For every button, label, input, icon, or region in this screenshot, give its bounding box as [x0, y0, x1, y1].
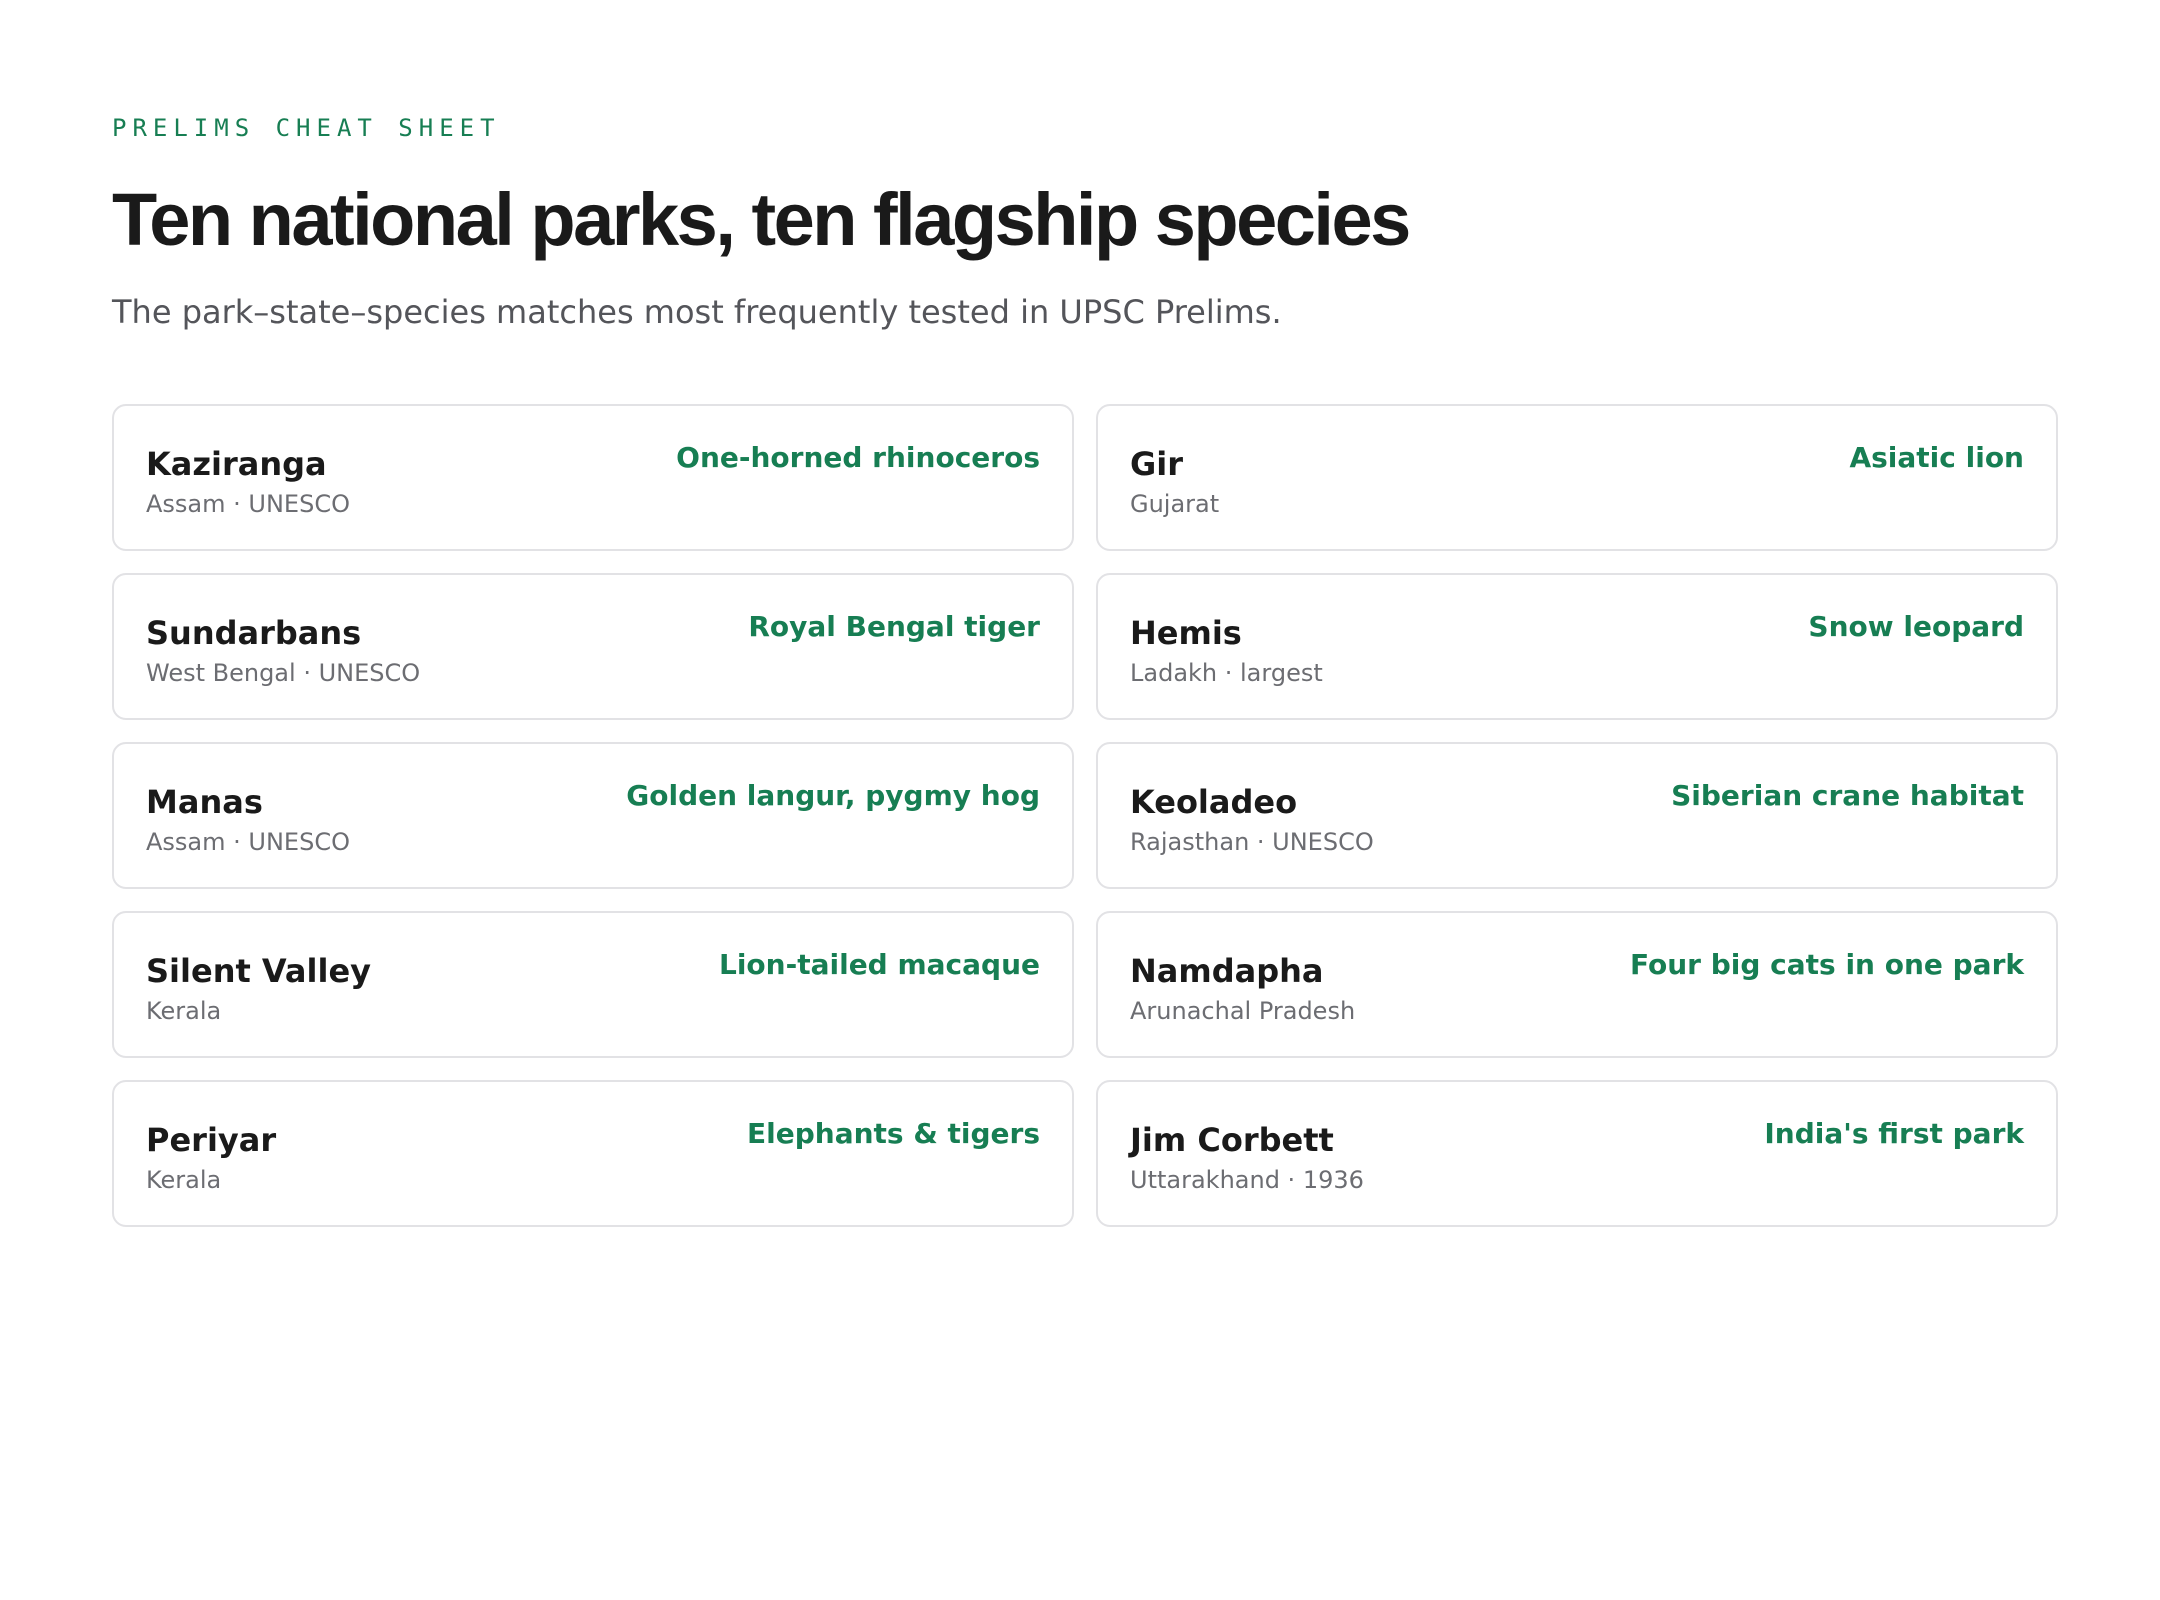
flagship-species: Lion-tailed macaque — [718, 948, 1040, 981]
flagship-species: India's first park — [1764, 1117, 2024, 1150]
park-state-meta: Assam · UNESCO — [146, 490, 350, 518]
park-card: Hemis Ladakh · largest Snow leopard — [1096, 573, 2058, 720]
eyebrow-label: PRELIMS CHEAT SHEET — [112, 114, 501, 142]
park-card-grid: Kaziranga Assam · UNESCO One-horned rhin… — [112, 404, 2058, 1227]
park-state-meta: Kerala — [146, 997, 222, 1025]
park-card: Periyar Kerala Elephants & tigers — [112, 1080, 1074, 1227]
park-name: Silent Valley — [146, 952, 372, 990]
park-name: Keoladeo — [1130, 783, 1298, 821]
page-subtitle: The park–state–species matches most freq… — [112, 293, 1282, 331]
flagship-species: Four big cats in one park — [1630, 948, 2024, 981]
flagship-species: Royal Bengal tiger — [748, 610, 1040, 643]
park-card: Keoladeo Rajasthan · UNESCO Siberian cra… — [1096, 742, 2058, 889]
park-card: Manas Assam · UNESCO Golden langur, pygm… — [112, 742, 1074, 889]
flagship-species: Elephants & tigers — [747, 1117, 1040, 1150]
flagship-species: Asiatic lion — [1849, 441, 2024, 474]
park-name: Hemis — [1130, 614, 1242, 652]
park-name: Sundarbans — [146, 614, 362, 652]
flagship-species: Golden langur, pygmy hog — [626, 779, 1040, 812]
park-card: Jim Corbett Uttarakhand · 1936 India's f… — [1096, 1080, 2058, 1227]
park-state-meta: Uttarakhand · 1936 — [1130, 1166, 1364, 1194]
park-name: Gir — [1130, 445, 1184, 483]
park-card: Silent Valley Kerala Lion-tailed macaque — [112, 911, 1074, 1058]
flagship-species: Snow leopard — [1808, 610, 2024, 643]
flagship-species: One-horned rhinoceros — [676, 441, 1040, 474]
park-name: Periyar — [146, 1121, 277, 1159]
park-name: Namdapha — [1130, 952, 1324, 990]
park-card: Gir Gujarat Asiatic lion — [1096, 404, 2058, 551]
page-title: Ten national parks, ten flagship species — [112, 178, 1411, 261]
park-card: Sundarbans West Bengal · UNESCO Royal Be… — [112, 573, 1074, 720]
park-state-meta: Rajasthan · UNESCO — [1130, 828, 1374, 856]
cheat-sheet-page: PRELIMS CHEAT SHEET Ten national parks, … — [0, 0, 2160, 1600]
park-card: Kaziranga Assam · UNESCO One-horned rhin… — [112, 404, 1074, 551]
park-state-meta: Assam · UNESCO — [146, 828, 350, 856]
park-state-meta: Ladakh · largest — [1130, 659, 1323, 687]
park-state-meta: Kerala — [146, 1166, 222, 1194]
park-state-meta: West Bengal · UNESCO — [146, 659, 421, 687]
park-name: Jim Corbett — [1130, 1121, 1334, 1159]
park-state-meta: Arunachal Pradesh — [1130, 997, 1356, 1025]
park-card: Namdapha Arunachal Pradesh Four big cats… — [1096, 911, 2058, 1058]
park-state-meta: Gujarat — [1130, 490, 1220, 518]
park-name: Manas — [146, 783, 263, 821]
park-name: Kaziranga — [146, 445, 327, 483]
flagship-species: Siberian crane habitat — [1671, 779, 2024, 812]
